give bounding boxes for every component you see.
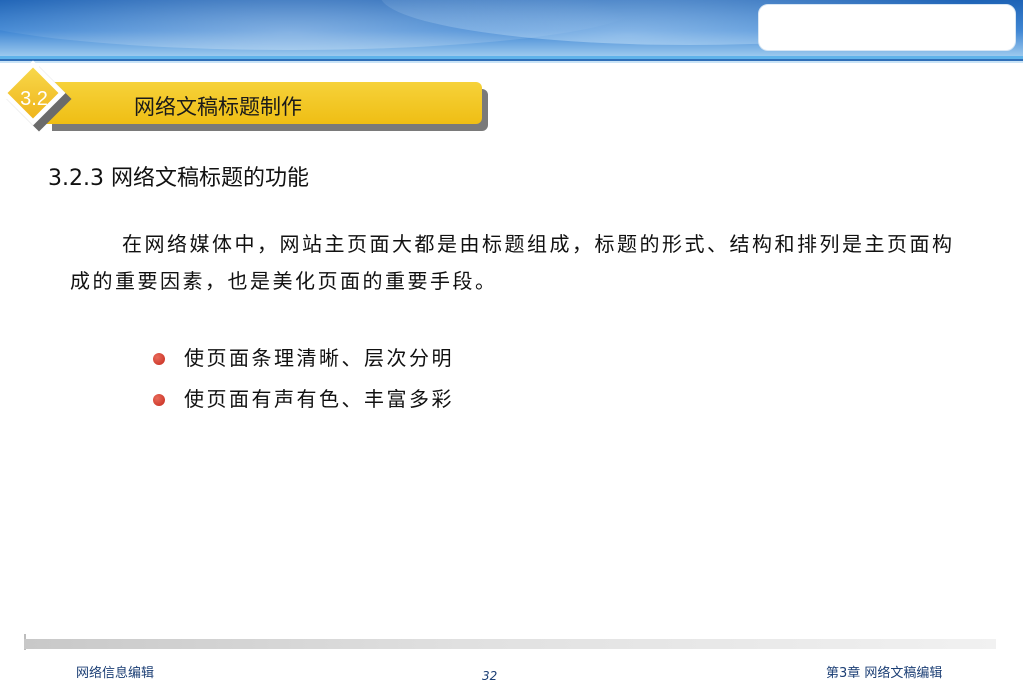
bullet-dot-icon [153, 353, 165, 365]
header-divider [0, 61, 1023, 63]
section-title: 网络文稿标题制作 [134, 95, 302, 119]
bullet-dot-icon [153, 394, 165, 406]
page-number: 32 [482, 669, 498, 683]
body-paragraph: 在网络媒体中，网站主页面大都是由标题组成，标题的形式、结构和排列是主页面构成的重… [70, 232, 955, 293]
bullet-text: 使页面有声有色、丰富多彩 [184, 387, 454, 411]
bullet-text: 使页面条理清晰、层次分明 [184, 346, 454, 370]
footer-course-name: 网络信息编辑 [76, 666, 155, 681]
subsection-heading: 3.2.3 网络文稿标题的功能 [48, 166, 309, 191]
footer-divider [24, 639, 996, 649]
header-blank-box [758, 4, 1016, 51]
section-number: 3.2 [20, 88, 48, 110]
footer-chapter-title: 第3章 网络文稿编辑 [826, 666, 943, 681]
